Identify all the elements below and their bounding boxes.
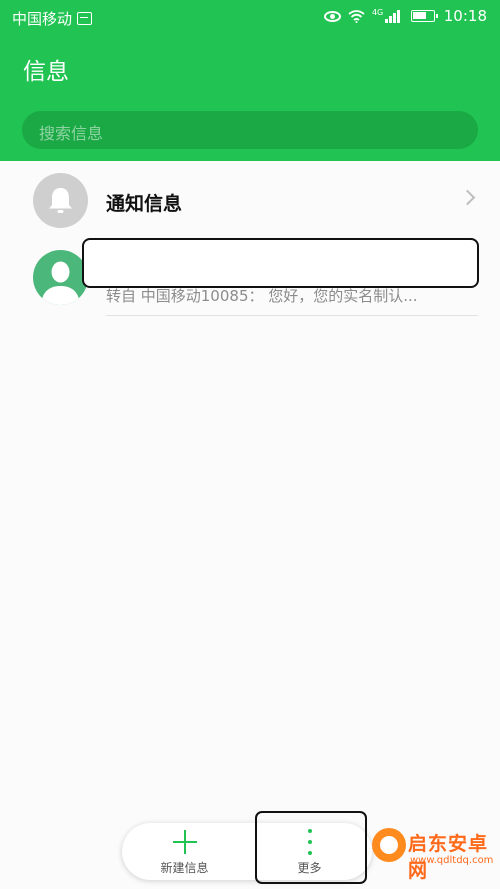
plus-icon: [172, 830, 197, 854]
activity-icon: [77, 12, 93, 25]
highlight-box: [255, 811, 367, 884]
chevron-right-icon: [459, 189, 476, 206]
app-header: 中国移动 4G 10:18 信息 搜索信息: [0, 0, 500, 161]
search-placeholder: 搜索信息: [39, 124, 104, 143]
conversation-title: 通知信息: [106, 193, 183, 215]
new-message-label: 新建信息: [160, 861, 209, 875]
clock: 10:18: [443, 7, 487, 25]
network-type: 4G: [371, 7, 384, 17]
redaction-box: [82, 238, 479, 288]
battery-icon: [410, 10, 438, 22]
signal-icon: [385, 9, 400, 23]
carrier: 中国移动: [12, 8, 93, 29]
divider: [106, 315, 478, 316]
watermark-url: www.qdltdq.com: [410, 855, 494, 866]
search-input[interactable]: 搜索信息: [22, 111, 478, 149]
eye-comfort-icon: [323, 10, 341, 22]
message-preview: 转自 中国移动10085： 您好，您的实名制认...: [106, 287, 418, 305]
new-message-button[interactable]: 新建信息: [122, 823, 247, 880]
bell-icon: [33, 173, 88, 228]
status-bar: 中国移动 4G 10:18: [0, 0, 500, 36]
watermark: 启东安卓网 www.qdltdq.com: [372, 826, 500, 886]
status-icons: 4G 10:18: [323, 7, 487, 25]
carrier-name: 中国移动: [12, 10, 73, 28]
watermark-logo-icon: [372, 828, 406, 862]
wifi-icon: [348, 10, 365, 23]
person-icon: [33, 250, 88, 305]
page-title: 信息: [23, 59, 69, 85]
